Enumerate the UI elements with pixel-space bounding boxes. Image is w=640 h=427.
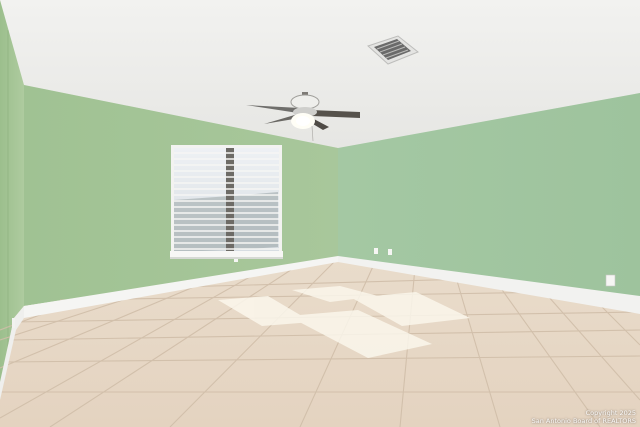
window-with-blinds xyxy=(170,145,283,259)
watermark-line-2: San Antonio Board of REALTORS xyxy=(531,417,636,425)
copyright-watermark: Copyright 2025 San Antonio Board of REAL… xyxy=(532,409,636,425)
wall-outlet xyxy=(374,248,378,254)
wall-switch xyxy=(12,318,15,328)
room-photo: Copyright 2025 San Antonio Board of REAL… xyxy=(0,0,640,427)
wall-outlet xyxy=(605,274,616,287)
wall-outlet xyxy=(388,249,392,255)
watermark-line-1: Copyright 2025 xyxy=(585,409,636,417)
